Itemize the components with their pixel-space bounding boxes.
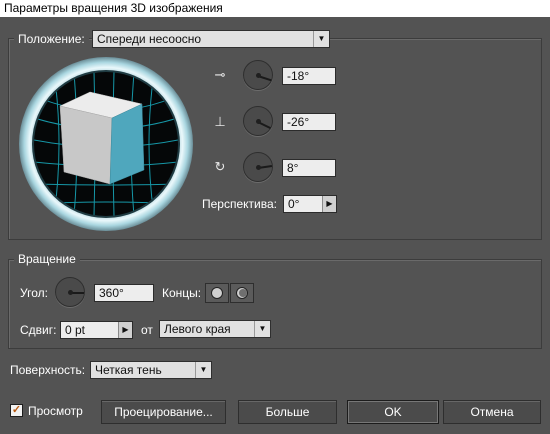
map-art-button[interactable]: Проецирование... (101, 400, 226, 424)
cancel-button[interactable]: Отмена (443, 400, 541, 424)
y-dial-pin (256, 119, 261, 124)
rotate-x-axis-icon: ⊸ (214, 67, 226, 82)
rotation-legend: Вращение (14, 251, 80, 267)
from-dropdown[interactable]: Левого края ▼ (159, 320, 271, 338)
chevron-right-icon[interactable]: ▶ (322, 196, 336, 212)
surface-value: Четкая тень (95, 363, 162, 377)
angle-dial-pin (68, 290, 73, 295)
rotate-y-axis-icon: ⊥ (214, 114, 226, 129)
cap-off-icon[interactable] (230, 283, 254, 303)
surface-label: Поверхность: (10, 363, 86, 377)
from-label: от (141, 323, 153, 337)
offset-label: Сдвиг: (20, 323, 57, 337)
cap-on-icon[interactable] (205, 283, 229, 303)
angle-label: Угол: (20, 286, 48, 300)
x-rotation-input[interactable]: -18° (282, 67, 336, 85)
cap-on-shape (211, 287, 223, 299)
rotate-z-axis-icon: ↻ (214, 159, 226, 174)
window-title: Параметры вращения 3D изображения (0, 0, 550, 17)
chevron-right-icon[interactable]: ▶ (118, 322, 132, 338)
chevron-down-icon[interactable]: ▼ (195, 362, 211, 378)
y-rotation-dial[interactable] (243, 106, 273, 136)
x-rotation-dial[interactable] (243, 60, 273, 90)
3d-preview-trackball[interactable] (18, 56, 194, 232)
preview-checkbox[interactable]: ✓ (10, 404, 23, 417)
angle-input[interactable]: 360° (94, 284, 154, 302)
perspective-label: Перспектива: (202, 197, 277, 211)
z-rotation-input[interactable]: 8° (282, 159, 336, 177)
offset-value: 0 pt (65, 323, 86, 337)
preview-label: Просмотр (28, 404, 83, 418)
position-value: Спереди несоосно (97, 32, 202, 46)
perspective-value: 0° (288, 197, 300, 211)
x-dial-pin (256, 73, 261, 78)
from-value: Левого края (164, 322, 231, 336)
more-options-button[interactable]: Больше (238, 400, 337, 424)
surface-dropdown[interactable]: Четкая тень ▼ (90, 361, 212, 379)
offset-stepper[interactable]: 0 pt ▶ (60, 321, 133, 339)
position-label: Положение: (14, 31, 89, 47)
chevron-down-icon[interactable]: ▼ (254, 321, 270, 337)
cube-side-face (59, 105, 113, 185)
perspective-stepper[interactable]: 0° ▶ (283, 195, 337, 213)
y-rotation-input[interactable]: -26° (282, 113, 336, 131)
position-dropdown[interactable]: Спереди несоосно ▼ (92, 30, 330, 48)
caps-label: Концы: (162, 286, 202, 300)
angle-dial[interactable] (55, 277, 85, 307)
cap-off-hole (239, 289, 247, 297)
cube-model (59, 91, 145, 185)
chevron-down-icon[interactable]: ▼ (313, 31, 329, 47)
ok-button[interactable]: OK (347, 400, 439, 424)
z-rotation-dial[interactable] (243, 152, 273, 182)
z-dial-pin (256, 165, 261, 170)
